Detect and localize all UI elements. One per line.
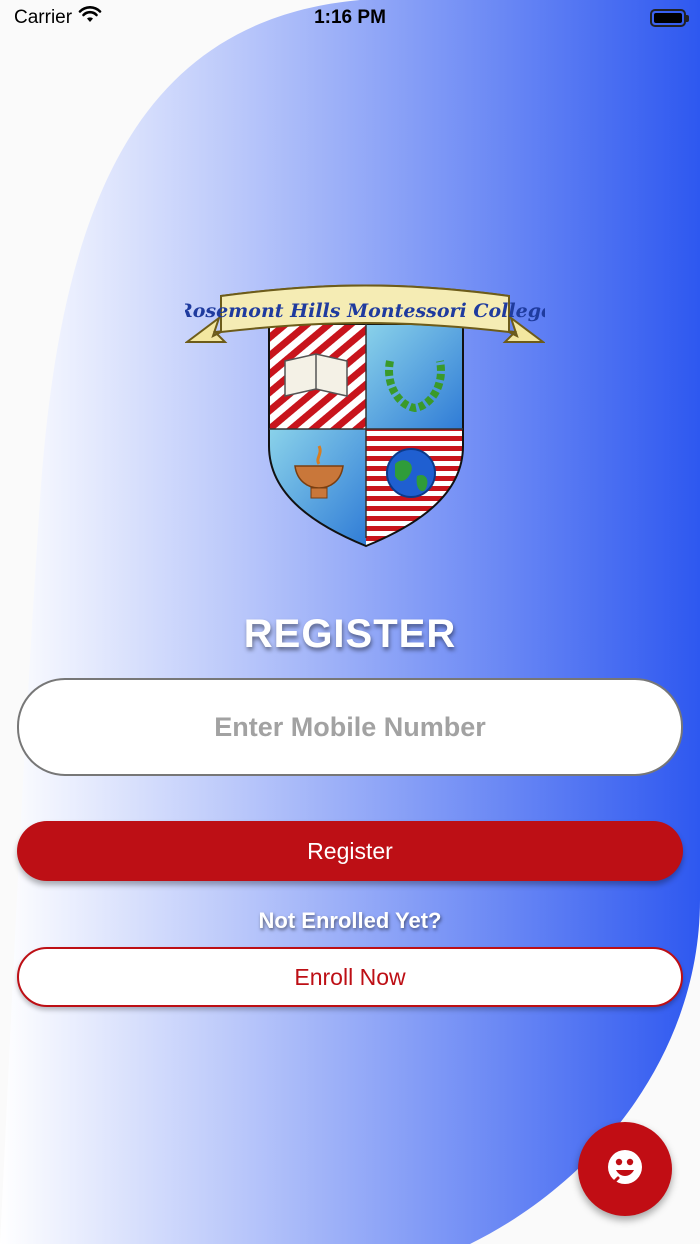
enroll-now-button-label: Enroll Now <box>294 963 406 990</box>
mobile-number-field[interactable] <box>17 678 683 776</box>
enroll-now-button[interactable]: Enroll Now <box>17 947 683 1007</box>
support-fab-button[interactable] <box>578 1122 672 1216</box>
mobile-number-input[interactable] <box>19 711 681 743</box>
register-button-label: Register <box>307 837 393 864</box>
register-button[interactable]: Register <box>17 821 683 881</box>
support-face-icon <box>606 1148 644 1191</box>
status-time: 1:16 PM <box>314 7 386 28</box>
college-crest-logo: Rosemont Hills Montessori College <box>176 276 553 548</box>
not-enrolled-text: Not Enrolled Yet? <box>258 908 442 933</box>
status-bar: Carrier 1:16 PM <box>0 0 700 36</box>
page-title: REGISTER <box>243 612 457 656</box>
battery-icon <box>650 9 689 27</box>
crest-banner-text: Rosemont Hills Montessori College <box>185 300 545 322</box>
